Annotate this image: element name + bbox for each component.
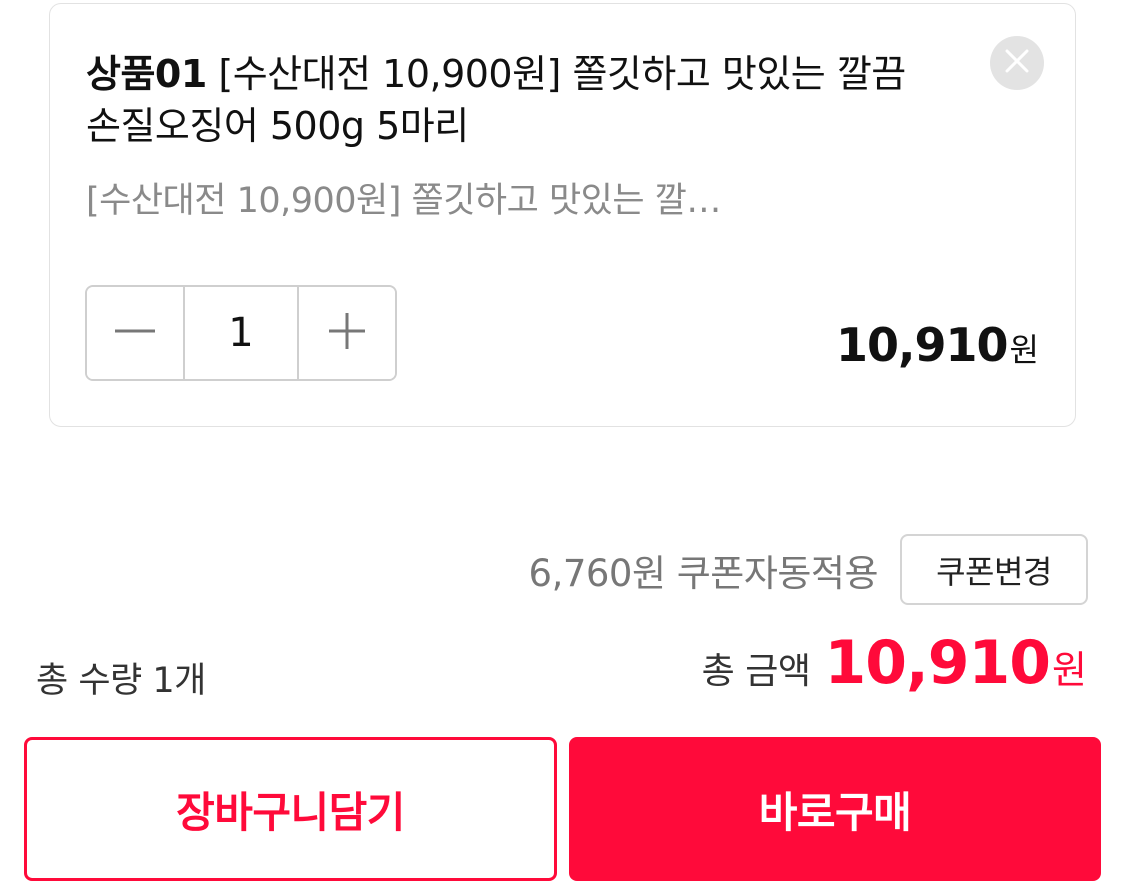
coupon-row: 6,760원 쿠폰자동적용 쿠폰변경: [529, 534, 1088, 605]
decrease-quantity-button[interactable]: [87, 287, 183, 379]
item-price: 10,910 원: [836, 318, 1039, 372]
plus-icon: [328, 312, 366, 354]
total-amount-label: 총 금액: [701, 651, 811, 692]
total-amount: 총 금액 10,910 원: [702, 628, 1087, 698]
total-quantity: 총 수량 1개: [36, 661, 206, 701]
quantity-value[interactable]: 1: [183, 287, 299, 379]
increase-quantity-button[interactable]: [299, 287, 395, 379]
minus-icon: [114, 310, 156, 356]
remove-item-button[interactable]: [990, 36, 1044, 90]
add-to-cart-button[interactable]: 장바구니담기: [24, 737, 557, 881]
total-amount-value: 10,910: [824, 628, 1051, 698]
order-sheet: 상품01 [수산대전 10,900원] 쫄깃하고 맛있는 깔끔 손질오징어 50…: [0, 0, 1125, 889]
close-icon: [1004, 48, 1030, 78]
product-card: 상품01 [수산대전 10,900원] 쫄깃하고 맛있는 깔끔 손질오징어 50…: [49, 3, 1076, 427]
product-code: 상품01: [86, 52, 207, 96]
item-price-value: 10,910: [836, 318, 1009, 372]
product-option-text: [수산대전 10,900원] 쫄깃하고 맛있는 깔…: [86, 181, 721, 221]
product-name: [수산대전 10,900원] 쫄깃하고 맛있는 깔끔 손질오징어 500g 5마…: [86, 52, 906, 148]
total-amount-unit: 원: [1052, 648, 1087, 692]
quantity-stepper: 1: [85, 285, 397, 381]
buy-now-button[interactable]: 바로구매: [569, 737, 1101, 881]
product-title: 상품01 [수산대전 10,900원] 쫄깃하고 맛있는 깔끔 손질오징어 50…: [86, 48, 946, 152]
coupon-auto-applied-text: 6,760원 쿠폰자동적용: [528, 551, 879, 595]
item-price-unit: 원: [1009, 331, 1039, 369]
change-coupon-button[interactable]: 쿠폰변경: [900, 534, 1088, 605]
